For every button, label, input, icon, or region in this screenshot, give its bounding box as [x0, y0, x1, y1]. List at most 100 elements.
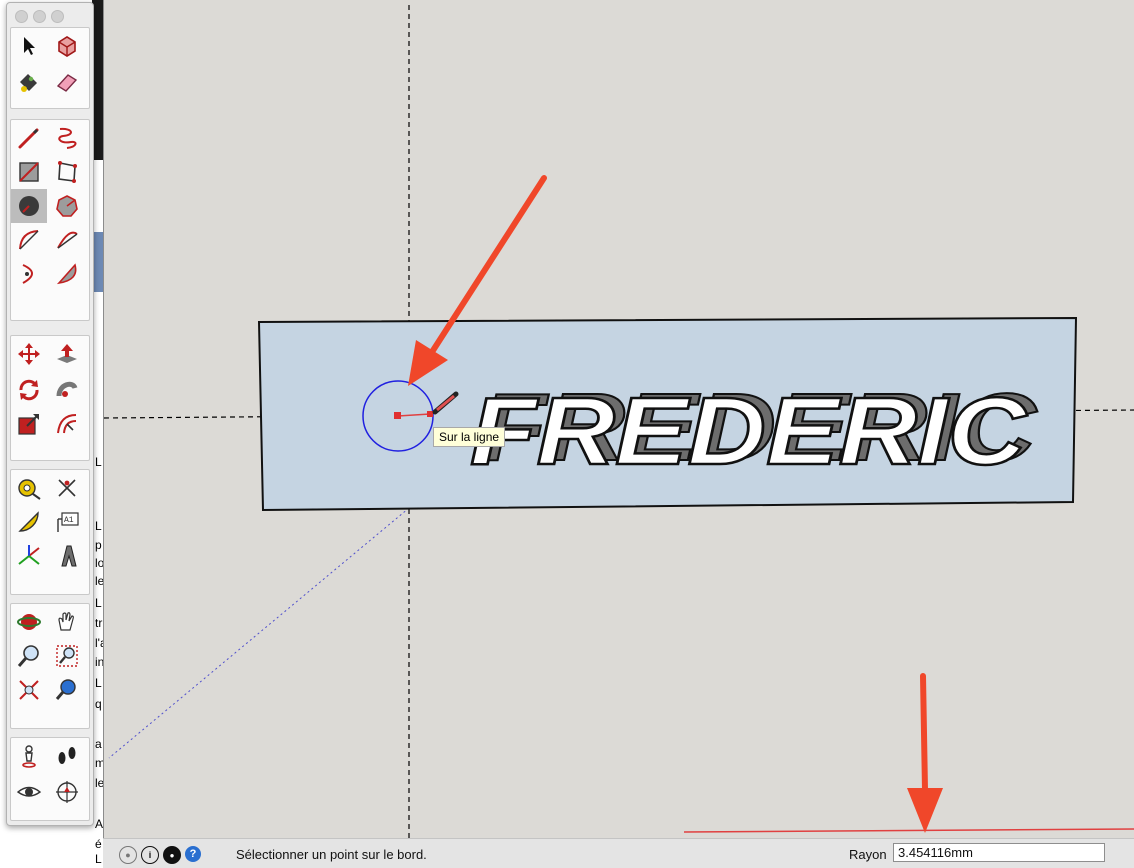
section-plane-tool[interactable] [49, 775, 85, 809]
circle-tool[interactable] [11, 189, 47, 223]
two-point-arc-tool[interactable] [49, 223, 85, 257]
move-icon [18, 343, 40, 365]
previous-view-tool[interactable] [49, 673, 85, 707]
two-point-arc-icon [57, 231, 78, 249]
3d-text-icon [61, 545, 77, 567]
status-bar: ● i ● ? Sélectionner un point sur le bor… [103, 838, 1134, 868]
drawing-viewport[interactable]: FREDERIC FREDERIC [103, 0, 1134, 838]
annotation-arrow-statusbar [907, 673, 943, 833]
push-pull-tool[interactable] [49, 337, 85, 371]
eraser-icon [56, 74, 78, 92]
polygon-tool[interactable] [49, 189, 85, 223]
rotate-tool[interactable] [11, 373, 47, 407]
orbit-icon [17, 614, 41, 630]
background-text: L [95, 596, 102, 610]
measurements-box[interactable]: 3.454116mm [893, 843, 1105, 862]
section-plane-icon [56, 781, 78, 803]
window-minimize-button[interactable] [33, 10, 46, 23]
eraser-tool[interactable] [49, 65, 85, 99]
center-point [394, 412, 401, 419]
zoom-extents-tool[interactable] [11, 673, 47, 707]
rectangle-icon [19, 162, 39, 182]
axes-icon [18, 545, 40, 565]
3d-text-tool[interactable] [49, 539, 85, 573]
three-point-arc-icon [22, 264, 33, 284]
background-text: a [95, 737, 102, 751]
dimension-icon [58, 479, 76, 497]
geo-location-icon[interactable]: ● [119, 846, 137, 864]
edge-point [427, 411, 433, 417]
push-pull-icon [57, 344, 77, 363]
background-text: L [95, 519, 102, 533]
background-text: A [95, 817, 104, 831]
eye-icon [16, 786, 42, 797]
protractor-icon [18, 511, 39, 532]
offset-tool[interactable] [49, 407, 85, 441]
rotated-rectangle-tool[interactable] [49, 155, 85, 189]
rectangle-tool[interactable] [11, 155, 47, 189]
paint-bucket-icon [20, 74, 37, 92]
line-tool[interactable] [11, 121, 47, 155]
pan-tool[interactable] [49, 605, 85, 639]
inference-tooltip: Sur la ligne [433, 427, 506, 447]
arrow-icon [24, 37, 35, 55]
3d-text: FREDERIC [470, 378, 1028, 485]
background-text: q [95, 697, 102, 711]
zoom-tool[interactable] [11, 639, 47, 673]
scale-tool[interactable] [11, 407, 47, 441]
orbit-tool[interactable] [11, 605, 47, 639]
select-tool[interactable] [11, 29, 47, 63]
axes-tool[interactable] [11, 539, 47, 573]
make-component-tool[interactable] [49, 29, 85, 63]
arc-icon [19, 230, 39, 250]
zoom-window-tool[interactable] [49, 639, 85, 673]
position-camera-tool[interactable] [11, 739, 47, 773]
three-point-arc-tool[interactable] [11, 257, 47, 291]
follow-me-tool[interactable] [49, 373, 85, 407]
window-close-button[interactable] [15, 10, 28, 23]
circle-icon [19, 196, 39, 216]
rotate-icon [19, 379, 39, 401]
previous-view-icon [55, 679, 76, 700]
tape-measure-tool[interactable] [11, 471, 47, 505]
pie-icon [56, 263, 77, 285]
svg-text:A1: A1 [64, 516, 74, 525]
zoom-window-icon [56, 645, 78, 667]
pan-icon [58, 612, 74, 631]
paint-bucket-tool[interactable] [11, 65, 47, 99]
blue-axis-dotted-line [108, 507, 410, 759]
zoom-icon [17, 645, 39, 667]
text-tool[interactable]: A1 [49, 505, 85, 539]
window-zoom-button[interactable] [51, 10, 64, 23]
follow-me-icon [56, 381, 78, 397]
tool-palette: A1 [6, 2, 94, 826]
look-around-tool[interactable] [11, 775, 47, 809]
footprints-icon [58, 747, 76, 764]
status-message: Sélectionner un point sur le bord. [236, 847, 427, 862]
measurements-label: Rayon [849, 847, 887, 862]
background-text: L [95, 676, 102, 690]
arc-tool[interactable] [11, 223, 47, 257]
scale-icon [18, 414, 39, 435]
walk-tool[interactable] [49, 739, 85, 773]
move-tool[interactable] [11, 337, 47, 371]
credits-icon[interactable]: i [141, 846, 159, 864]
red-axis-segment [683, 828, 1134, 833]
background-text: é [95, 837, 102, 851]
freehand-tool[interactable] [49, 121, 85, 155]
rotated-rectangle-icon [58, 161, 77, 183]
account-icon[interactable]: ● [163, 846, 181, 864]
model-scene: FREDERIC FREDERIC [104, 5, 1134, 838]
zoom-extents-icon [19, 680, 39, 700]
pencil-icon [18, 128, 39, 149]
help-icon[interactable]: ? [185, 846, 201, 862]
background-text: L [95, 455, 102, 469]
background-text: p [95, 538, 102, 552]
pie-tool[interactable] [49, 257, 85, 291]
freehand-icon [58, 127, 77, 149]
tape-measure-icon [18, 479, 41, 500]
background-text: tr [95, 616, 103, 630]
dimension-tool[interactable] [49, 471, 85, 505]
protractor-tool[interactable] [11, 505, 47, 539]
text-icon: A1 [57, 512, 79, 532]
